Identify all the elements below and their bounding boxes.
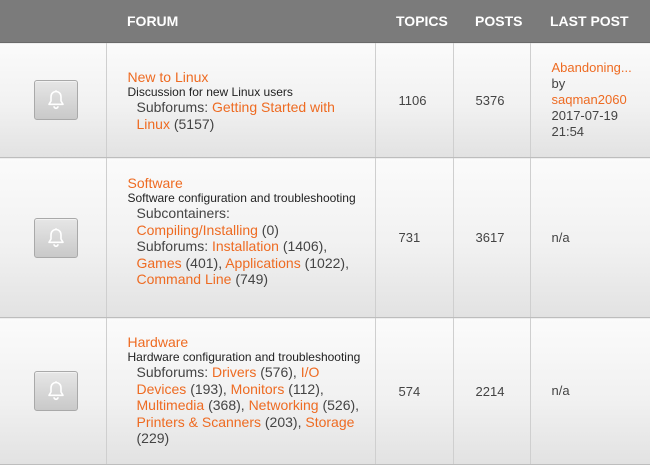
subcontainer-link[interactable]: Compiling/Installing bbox=[137, 222, 258, 238]
last-post-time: 21:54 bbox=[551, 124, 585, 139]
subforum-count: (229) bbox=[136, 430, 170, 446]
forum-icon-cell bbox=[0, 42, 106, 158]
header-posts: POSTS bbox=[453, 0, 530, 43]
forum-title-link[interactable]: New to Linux bbox=[128, 69, 367, 85]
last-post-user-link[interactable]: saqman2060 bbox=[552, 92, 627, 107]
subforum-count: (1406), bbox=[282, 238, 328, 254]
subforum-link[interactable]: Multimedia bbox=[137, 397, 205, 413]
forum-row-hardware: Hardware Hardware configuration and trou… bbox=[0, 317, 650, 465]
forum-title-link[interactable]: Software bbox=[128, 175, 367, 191]
bell-icon bbox=[48, 90, 65, 110]
forum-description: Software configuration and troubleshooti… bbox=[127, 191, 356, 205]
subscribe-button[interactable] bbox=[34, 371, 79, 411]
last-post-cell: n/a bbox=[529, 317, 650, 465]
posts-count: 2214 bbox=[452, 317, 530, 465]
subforum-count: (749) bbox=[235, 271, 269, 287]
forum-title-link[interactable]: Hardware bbox=[128, 334, 367, 350]
last-post-cell: n/a bbox=[529, 157, 650, 318]
last-post-by: by bbox=[551, 76, 566, 91]
table-header-row: FORUM TOPICS POSTS LAST POST bbox=[0, 0, 650, 43]
forum-table: FORUM TOPICS POSTS LAST POST New to Linu… bbox=[0, 0, 650, 465]
subforum-link[interactable]: Storage bbox=[305, 414, 354, 430]
last-post-none: n/a bbox=[551, 229, 570, 245]
subforum-count: (112), bbox=[288, 380, 324, 397]
last-post-cell: Abandoning... by saqman2060 2017-07-19 2… bbox=[529, 42, 650, 158]
subforum-count: (576), bbox=[260, 364, 297, 380]
forum-description: Discussion for new Linux users bbox=[127, 85, 293, 99]
subforum-count: (368), bbox=[208, 397, 245, 413]
subforums-label: Subforums: bbox=[136, 238, 209, 254]
subforums-list: Subforums: Installation (1406), Games (4… bbox=[128, 238, 367, 288]
subscribe-button[interactable] bbox=[34, 80, 79, 120]
subforum-link[interactable]: Applications bbox=[225, 255, 301, 271]
forum-info-cell: Hardware Hardware configuration and trou… bbox=[105, 317, 375, 465]
forum-info-cell: Software Software configuration and trou… bbox=[105, 157, 375, 318]
header-topics: TOPICS bbox=[375, 0, 453, 43]
topics-count: 1106 bbox=[374, 42, 453, 158]
forum-icon-cell bbox=[0, 157, 106, 318]
subforums-list: Subforums: Drivers (576), I/O Devices (1… bbox=[128, 364, 367, 447]
bell-icon bbox=[48, 227, 65, 247]
forum-info-cell: New to Linux Discussion for new Linux us… bbox=[105, 42, 375, 158]
subforums-label: Subforums: bbox=[136, 364, 209, 380]
posts-count: 3617 bbox=[452, 157, 530, 318]
forum-row-software: Software Software configuration and trou… bbox=[0, 157, 650, 318]
header-forum: FORUM bbox=[106, 0, 375, 43]
subforum-count: (1022), bbox=[304, 254, 349, 271]
subforum-count: (203), bbox=[264, 413, 302, 430]
subforums-list: Subforums: Getting Started with Linux (5… bbox=[128, 99, 367, 132]
subforum-link[interactable]: Drivers bbox=[212, 364, 256, 380]
last-post-none: n/a bbox=[551, 383, 570, 398]
subforum-count: (526), bbox=[322, 397, 360, 413]
bell-icon bbox=[48, 381, 65, 401]
topics-count: 731 bbox=[374, 157, 453, 318]
subforum-link[interactable]: Games bbox=[137, 255, 182, 271]
subcontainers-label: Subcontainers: bbox=[136, 205, 230, 221]
subforum-link[interactable]: Monitors bbox=[231, 381, 285, 397]
header-last-post: LAST POST bbox=[530, 0, 650, 43]
subforum-link[interactable]: Networking bbox=[249, 397, 319, 413]
subcontainer-count: (0) bbox=[261, 221, 279, 238]
subforum-count: (193), bbox=[190, 380, 227, 397]
forum-row-new-to-linux: New to Linux Discussion for new Linux us… bbox=[0, 42, 650, 158]
topics-count: 574 bbox=[374, 317, 453, 465]
header-icon-spacer bbox=[0, 0, 106, 43]
last-post-date: 2017-07-19 bbox=[551, 108, 619, 123]
subforum-link[interactable]: Command Line bbox=[137, 271, 232, 287]
subforums-label: Subforums: bbox=[136, 99, 209, 115]
forum-icon-cell bbox=[0, 317, 106, 465]
subforum-count: (5157) bbox=[173, 115, 215, 132]
subforum-link[interactable]: Installation bbox=[212, 238, 279, 254]
last-post-title-link[interactable]: Abandoning... bbox=[552, 60, 632, 75]
posts-count: 5376 bbox=[452, 42, 530, 158]
subforum-link[interactable]: Printers & Scanners bbox=[137, 414, 262, 430]
subscribe-button[interactable] bbox=[34, 217, 79, 258]
subcontainers-list: Subcontainers: Compiling/Installing (0) bbox=[128, 205, 367, 238]
subforum-count: (401), bbox=[185, 254, 223, 271]
forum-description: Hardware configuration and troubleshooti… bbox=[127, 350, 361, 364]
